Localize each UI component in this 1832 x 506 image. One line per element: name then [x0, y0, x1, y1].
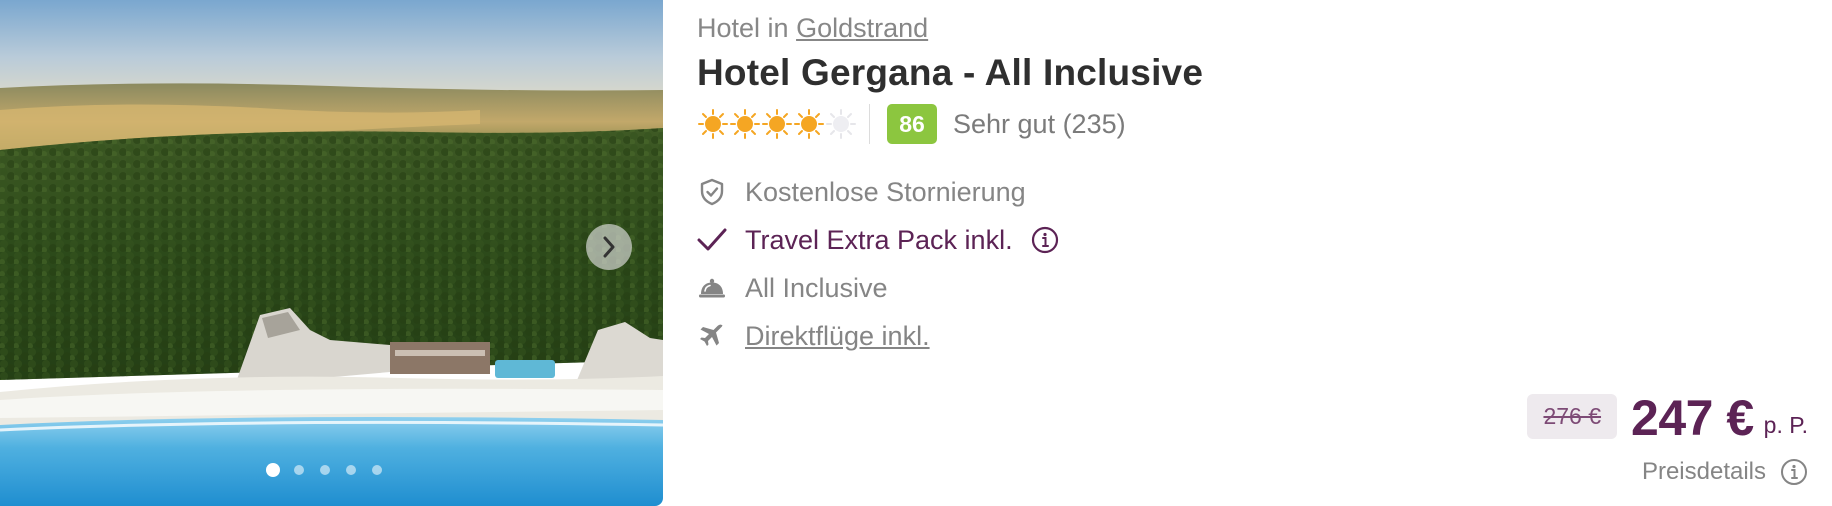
- sun-star-icon: [762, 109, 792, 139]
- info-icon[interactable]: [1780, 458, 1808, 486]
- hotel-info: Hotel in Goldstrand Hotel Gergana - All …: [697, 0, 1832, 506]
- gallery-dot[interactable]: [372, 465, 382, 475]
- feature-direct-flights: Direktflüge inkl.: [697, 312, 1059, 360]
- sun-star-icon: [794, 109, 824, 139]
- feature-label: All Inclusive: [745, 272, 888, 303]
- gallery-dot[interactable]: [266, 463, 280, 477]
- direct-flights-link[interactable]: Direktflüge inkl.: [745, 321, 930, 352]
- current-price[interactable]: 247 €: [1631, 393, 1754, 443]
- rating-row: 86 Sehr gut (235): [697, 104, 1126, 144]
- hotel-location: Hotel in Goldstrand: [697, 13, 928, 44]
- review-score-badge[interactable]: 86: [887, 104, 937, 144]
- gallery-dot[interactable]: [346, 465, 356, 475]
- price-details-label[interactable]: Preisdetails: [1642, 458, 1766, 486]
- price-block: 276 € 247 € p. P.: [1527, 393, 1808, 443]
- feature-travel-extra-pack: Travel Extra Pack inkl.: [697, 216, 1059, 264]
- chevron-right-icon: [603, 236, 615, 258]
- gallery-dot[interactable]: [320, 465, 330, 475]
- cloche-icon: [697, 273, 727, 303]
- shield-check-icon: [697, 177, 727, 207]
- review-summary[interactable]: Sehr gut (235): [953, 109, 1126, 140]
- old-price: 276 €: [1527, 394, 1618, 439]
- location-prefix: Hotel in: [697, 13, 789, 43]
- feature-label: Kostenlose Stornierung: [745, 176, 1026, 207]
- sun-star-icon: [698, 109, 728, 139]
- location-link[interactable]: Goldstrand: [796, 13, 928, 43]
- feature-list: Kostenlose Stornierung Travel Extra Pack…: [697, 168, 1059, 360]
- hotel-image-gallery[interactable]: [0, 0, 663, 506]
- info-icon[interactable]: [1031, 226, 1059, 254]
- price-details-link[interactable]: Preisdetails: [1642, 458, 1808, 486]
- sun-star-empty-icon: [826, 109, 856, 139]
- star-rating: [697, 108, 857, 140]
- price-unit: p. P.: [1763, 412, 1808, 438]
- checkmark-icon: [697, 225, 727, 255]
- feature-label: Travel Extra Pack inkl.: [745, 224, 1013, 255]
- hotel-name[interactable]: Hotel Gergana - All Inclusive: [697, 52, 1203, 94]
- sun-star-icon: [730, 109, 760, 139]
- hotel-photo: [0, 0, 663, 506]
- gallery-dot[interactable]: [294, 465, 304, 475]
- airplane-icon: [697, 321, 727, 351]
- feature-free-cancellation: Kostenlose Stornierung: [697, 168, 1059, 216]
- gallery-pagination: [266, 463, 398, 477]
- hotel-card[interactable]: Hotel in Goldstrand Hotel Gergana - All …: [0, 0, 1832, 506]
- rating-divider: [869, 104, 870, 144]
- gallery-next-button[interactable]: [586, 224, 632, 270]
- feature-all-inclusive: All Inclusive: [697, 264, 1059, 312]
